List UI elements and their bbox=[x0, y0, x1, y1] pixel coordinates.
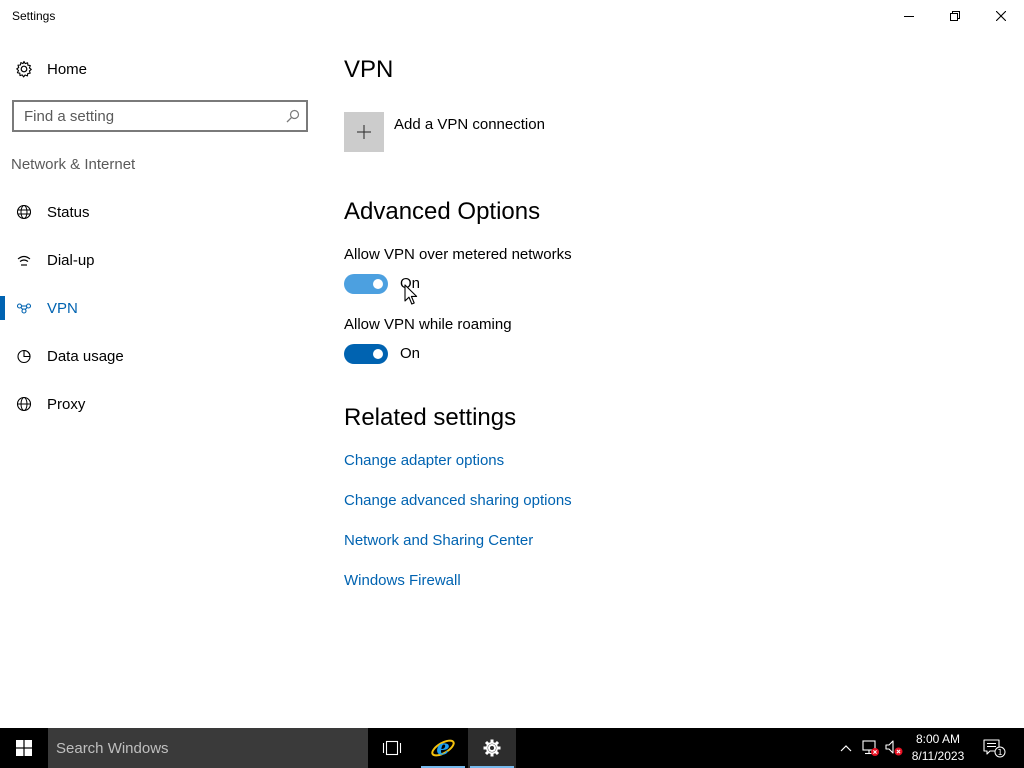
metered-networks-toggle[interactable] bbox=[344, 274, 388, 294]
sidebar-item-dial-up[interactable]: Dial-up bbox=[0, 240, 320, 280]
vpn-icon bbox=[14, 298, 34, 318]
task-view-icon bbox=[382, 740, 402, 756]
page-title: VPN bbox=[344, 56, 394, 83]
taskbar-search-placeholder: Search Windows bbox=[56, 740, 169, 757]
sidebar-item-label: Dial-up bbox=[47, 251, 95, 269]
restore-button[interactable] bbox=[932, 0, 978, 32]
metered-networks-toggle-row: On bbox=[344, 274, 420, 294]
roaming-label: Allow VPN while roaming bbox=[344, 316, 512, 333]
change-adapter-options-link[interactable]: Change adapter options bbox=[344, 452, 504, 469]
window-title: Settings bbox=[12, 9, 56, 23]
sidebar-item-label: Home bbox=[47, 60, 88, 78]
related-settings-heading: Related settings bbox=[344, 404, 517, 431]
globe-status-icon bbox=[14, 202, 34, 222]
taskbar-search-box[interactable]: Search Windows bbox=[48, 728, 368, 768]
roaming-toggle-row: On bbox=[344, 344, 420, 364]
metered-networks-label: Allow VPN over metered networks bbox=[344, 246, 572, 263]
sidebar: Home Network & Internet Status bbox=[0, 32, 320, 728]
minimize-icon bbox=[904, 16, 914, 17]
change-sharing-options-link[interactable]: Change advanced sharing options bbox=[344, 492, 572, 509]
sidebar-item-label: Data usage bbox=[47, 347, 124, 365]
title-bar: Settings bbox=[0, 0, 1024, 32]
clock-time: 8:00 AM bbox=[915, 732, 961, 746]
windows-firewall-link[interactable]: Windows Firewall bbox=[344, 572, 461, 589]
task-view-button[interactable] bbox=[368, 728, 416, 768]
sidebar-item-status[interactable]: Status bbox=[0, 192, 320, 232]
action-center-button[interactable]: 1 bbox=[978, 728, 1010, 768]
restore-icon bbox=[950, 11, 960, 21]
roaming-toggle[interactable] bbox=[344, 344, 388, 364]
clock-date: 8/11/2023 bbox=[911, 749, 965, 763]
close-icon bbox=[996, 11, 1006, 21]
chevron-up-icon bbox=[840, 745, 852, 752]
internet-explorer-icon: e bbox=[431, 735, 455, 760]
network-sharing-center-link[interactable]: Network and Sharing Center bbox=[344, 532, 533, 549]
volume-muted-icon bbox=[885, 740, 903, 756]
toggle-knob bbox=[373, 349, 383, 359]
toggle-state-label: On bbox=[400, 275, 421, 292]
main-content: VPN Add a VPN connection Advanced Option… bbox=[344, 32, 1004, 728]
start-button[interactable] bbox=[0, 728, 48, 768]
show-hidden-icons-button[interactable] bbox=[836, 728, 856, 768]
sidebar-item-data-usage[interactable]: Data usage bbox=[0, 336, 320, 376]
toggle-state-label: On bbox=[400, 345, 421, 362]
dial-up-icon bbox=[14, 250, 34, 270]
internet-explorer-button[interactable]: e bbox=[419, 728, 467, 768]
sidebar-item-proxy[interactable]: Proxy bbox=[0, 384, 320, 424]
sidebar-item-vpn[interactable]: VPN bbox=[0, 288, 320, 328]
network-disconnected-icon bbox=[862, 740, 879, 756]
active-indicator bbox=[0, 296, 5, 320]
taskbar: Search Windows e 8:00 AM 8/11/2023 1 bbox=[0, 728, 1024, 768]
settings-taskbar-button[interactable] bbox=[468, 728, 516, 768]
globe-icon bbox=[14, 394, 34, 414]
taskbar-clock[interactable]: 8:00 AM 8/11/2023 bbox=[904, 731, 972, 765]
gear-icon bbox=[14, 59, 34, 79]
settings-window: Settings Home Find a setting Network & I… bbox=[0, 0, 1024, 728]
network-tray-button[interactable] bbox=[858, 728, 882, 768]
settings-gear-icon bbox=[483, 739, 501, 757]
sidebar-item-label: Proxy bbox=[47, 395, 86, 413]
find-setting-box bbox=[12, 100, 308, 132]
close-button[interactable] bbox=[978, 0, 1024, 32]
add-vpn-label: Add a VPN connection bbox=[394, 116, 545, 133]
toggle-knob bbox=[373, 279, 383, 289]
windows-logo-icon bbox=[16, 740, 32, 756]
pie-chart-icon bbox=[14, 346, 34, 366]
section-title: Network & Internet bbox=[11, 156, 136, 173]
notification-icon: 1 bbox=[983, 739, 1006, 758]
add-vpn-button[interactable]: Add a VPN connection bbox=[344, 112, 545, 152]
search-input[interactable] bbox=[14, 102, 274, 130]
minimize-button[interactable] bbox=[886, 0, 932, 32]
search-icon bbox=[286, 109, 300, 123]
notification-count: 1 bbox=[997, 748, 1002, 757]
plus-icon bbox=[344, 112, 384, 152]
sidebar-item-label: VPN bbox=[47, 299, 78, 317]
sidebar-item-home[interactable]: Home bbox=[0, 52, 320, 86]
volume-tray-button[interactable] bbox=[882, 728, 906, 768]
svg-text:e: e bbox=[436, 735, 449, 760]
sidebar-item-label: Status bbox=[47, 203, 90, 221]
advanced-options-heading: Advanced Options bbox=[344, 198, 541, 225]
